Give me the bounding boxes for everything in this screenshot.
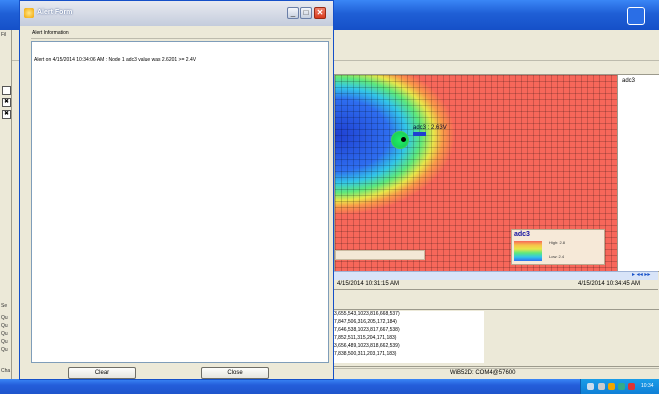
sensor-hotspot [391, 131, 409, 149]
minimize-button[interactable]: _ [287, 7, 299, 19]
left-checkbox-3[interactable]: ✖ [2, 110, 11, 119]
left-list-label: Qu [1, 347, 8, 353]
window-close-button[interactable]: ✕ [314, 7, 326, 19]
legend-color-scale [514, 241, 542, 261]
legend-title: adc3 [514, 231, 530, 238]
left-tab-label[interactable]: Se [1, 303, 7, 309]
sensor-value-label: adc3 : 2.63V [413, 125, 447, 131]
tray-help-icon[interactable] [587, 383, 594, 390]
maximize-button[interactable]: □ [300, 7, 312, 19]
left-list-label: Qu [1, 331, 8, 337]
close-button[interactable]: Close [201, 367, 269, 379]
tray-security-icon[interactable] [628, 383, 635, 390]
status-connection-text: WiB52D: COM4@57600 [450, 370, 516, 376]
tray-clock: 10:34 [641, 383, 654, 389]
tray-network-icon[interactable] [598, 383, 605, 390]
alert-form-title: Alert Form [37, 9, 73, 16]
clear-button[interactable]: Clear [68, 367, 136, 379]
tray-app-icon[interactable] [618, 383, 625, 390]
left-checkbox-2[interactable]: ✖ [2, 98, 11, 107]
data-log-line: 7,847,506,316,205,172,184) [334, 319, 397, 325]
timeline-start-label: 4/15/2014 10:31:15 AM [337, 281, 400, 287]
timeline-nav-icons[interactable]: ▸ ◂◂ ▸▸ [632, 271, 658, 279]
sensor-list-item[interactable]: adc3 [622, 78, 635, 84]
alert-form-titlebar[interactable]: Alert Form _ □ ✕ [20, 1, 333, 26]
heatmap-view[interactable]: adc3 : 2.63V adc3 High: 2.8 Low: 2.4 [334, 74, 618, 272]
data-log-list[interactable]: 3,655,543,1023,816,668,537) 7,847,506,31… [334, 311, 484, 363]
alert-message-text: Alert on 4/15/2014 10:34:06 AM : Node 1 … [34, 57, 197, 63]
app-maximize-button[interactable] [627, 7, 645, 25]
left-panel-strip: Fil ✖ ✖ Se Qu Qu Qu Qu Qu Cha [0, 30, 12, 394]
sensor-list-panel[interactable]: adc3 [617, 74, 659, 272]
sensor-value-bar [413, 132, 426, 136]
timeline-end-label: 4/15/2014 10:34:45 AM [578, 281, 641, 287]
left-tab-label[interactable]: Cha [1, 368, 10, 374]
heatmap-legend: adc3 High: 2.8 Low: 2.4 [511, 229, 605, 265]
tray-alert-icon[interactable] [608, 383, 615, 390]
alert-form-window[interactable]: Alert Form _ □ ✕ Alert Information Alert… [19, 0, 334, 380]
alert-info-group-label: Alert Information [32, 30, 69, 36]
data-log-line: 7,852,511,315,204,171,183) [334, 335, 397, 341]
left-list-label: Qu [1, 323, 8, 329]
sensor-node-marker[interactable] [401, 137, 406, 142]
data-log-line: 3,655,543,1023,816,668,537) [334, 311, 400, 317]
timeline-scrollbar[interactable] [334, 271, 658, 280]
taskbar [0, 379, 659, 394]
alert-message-area[interactable]: Alert on 4/15/2014 10:34:06 AM : Node 1 … [31, 41, 329, 363]
data-log-line: 3,656,489,1023,818,662,539) [334, 343, 400, 349]
group-divider [31, 38, 331, 39]
data-log-line: 7,838,500,311,203,171,183) [334, 351, 397, 357]
legend-low-label: Low: 2.4 [549, 254, 565, 259]
data-log-line: 7,646,538,1023,817,667,538) [334, 327, 400, 333]
legend-high-label: High: 2.8 [549, 240, 566, 245]
menu-file-label[interactable]: Fil [1, 32, 6, 38]
map-caption-strip [335, 250, 425, 260]
left-list-label: Qu [1, 339, 8, 345]
left-checkbox-1[interactable] [2, 86, 11, 95]
timeline-divider [334, 289, 658, 290]
system-tray: 10:34 [580, 379, 659, 394]
warning-icon [24, 8, 34, 18]
left-list-label: Qu [1, 315, 8, 321]
